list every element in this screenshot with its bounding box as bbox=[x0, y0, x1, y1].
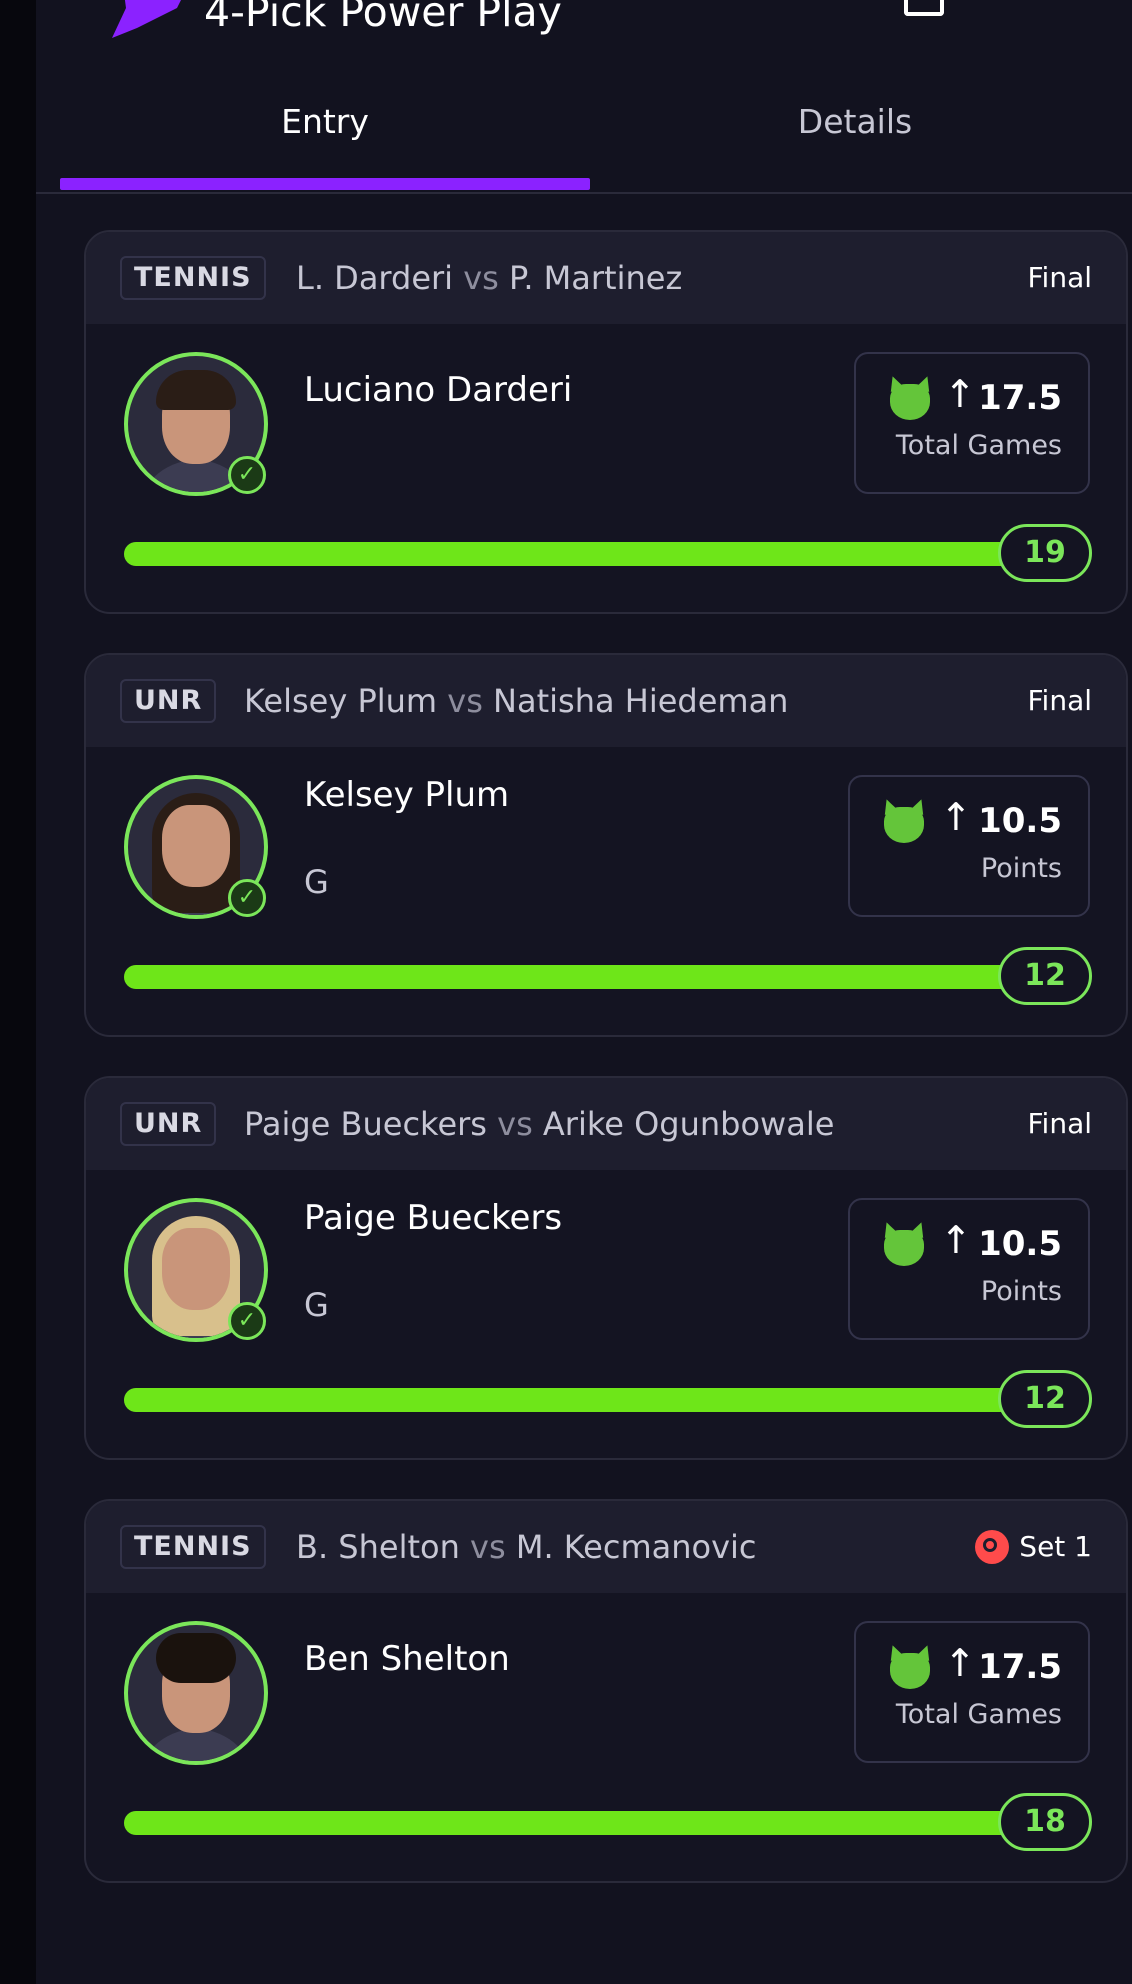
header: 4-Pick Power Play bbox=[36, 0, 1132, 60]
tab-details[interactable]: Details bbox=[590, 102, 1120, 141]
checkmark-icon: ✓ bbox=[228, 1302, 266, 1340]
card-header: TENNIS B. Shelton vs M. Kecmanovic Set 1 bbox=[86, 1501, 1126, 1593]
status-label: Final bbox=[1027, 261, 1092, 294]
player-name: Kelsey Plum bbox=[304, 775, 510, 815]
status-label: Final bbox=[1027, 684, 1092, 717]
line-value: 10.5 bbox=[978, 1224, 1062, 1264]
projection-box: ↑ 17.5 Total Games bbox=[854, 1621, 1090, 1763]
player-position: G bbox=[304, 1286, 329, 1324]
league-badge: UNR bbox=[120, 679, 217, 723]
avatar bbox=[124, 1621, 268, 1765]
player-name: Luciano Darderi bbox=[304, 370, 573, 410]
demon-icon bbox=[890, 1653, 930, 1689]
pick-card[interactable]: UNR Kelsey Plum vs Natisha Hiedeman Fina… bbox=[84, 653, 1128, 1037]
progress-bar bbox=[124, 1388, 1054, 1412]
team-2: Natisha Hiedeman bbox=[493, 682, 789, 720]
demon-icon bbox=[890, 384, 930, 420]
live-icon bbox=[975, 1530, 1010, 1564]
tab-entry[interactable]: Entry bbox=[60, 102, 590, 141]
stat-type: Total Games bbox=[895, 1699, 1062, 1730]
status-label: Set 1 bbox=[1019, 1530, 1092, 1563]
arrow-up-icon: ↑ bbox=[940, 795, 972, 839]
matchup: B. Shelton vs M. Kecmanovic bbox=[296, 1525, 757, 1569]
line-value: 17.5 bbox=[978, 1647, 1062, 1687]
stat-type: Points bbox=[980, 853, 1062, 884]
vs-label: vs bbox=[497, 1105, 533, 1143]
progress-bar bbox=[124, 965, 1054, 989]
league-badge: TENNIS bbox=[120, 1525, 266, 1569]
card-header: UNR Kelsey Plum vs Natisha Hiedeman Fina… bbox=[86, 655, 1126, 747]
team-2: Arike Ogunbowale bbox=[542, 1105, 835, 1143]
pick-card[interactable]: TENNIS L. Darderi vs P. Martinez Final ✓… bbox=[84, 230, 1128, 614]
checkmark-icon: ✓ bbox=[228, 456, 266, 494]
team-1: L. Darderi bbox=[296, 259, 454, 297]
checkmark-icon: ✓ bbox=[228, 879, 266, 917]
progress-bar bbox=[124, 542, 1054, 566]
league-badge: TENNIS bbox=[120, 256, 266, 300]
matchup: L. Darderi vs P. Martinez bbox=[296, 256, 682, 300]
vs-label: vs bbox=[447, 682, 483, 720]
share-icon[interactable] bbox=[904, 0, 944, 16]
game-status: Set 1 bbox=[975, 1525, 1092, 1569]
vs-label: vs bbox=[463, 259, 499, 297]
player-name: Paige Bueckers bbox=[304, 1198, 563, 1238]
team-2: P. Martinez bbox=[509, 259, 683, 297]
arrow-up-icon: ↑ bbox=[944, 372, 976, 416]
demon-icon bbox=[884, 807, 924, 843]
stat-type: Points bbox=[980, 1276, 1062, 1307]
progress-fill bbox=[124, 965, 1054, 989]
team-1: Kelsey Plum bbox=[244, 682, 438, 720]
pick-card[interactable]: TENNIS B. Shelton vs M. Kecmanovic Set 1… bbox=[84, 1499, 1128, 1883]
demon-icon bbox=[884, 1230, 924, 1266]
progress-bar bbox=[124, 1811, 1054, 1835]
entry-screen: 4-Pick Power Play Entry Details TENNIS L… bbox=[36, 0, 1132, 1984]
projection-box: ↑ 17.5 Total Games bbox=[854, 352, 1090, 494]
stat-type: Total Games bbox=[895, 430, 1062, 461]
matchup: Kelsey Plum vs Natisha Hiedeman bbox=[244, 679, 788, 723]
game-status: Final bbox=[1027, 679, 1092, 723]
left-edge-strip bbox=[0, 0, 36, 1984]
active-tab-indicator bbox=[60, 178, 590, 190]
player-name: Ben Shelton bbox=[304, 1639, 510, 1679]
app-logo-icon bbox=[112, 0, 181, 38]
line-value: 17.5 bbox=[978, 378, 1062, 418]
vs-label: vs bbox=[470, 1528, 506, 1566]
pick-card[interactable]: UNR Paige Bueckers vs Arike Ogunbowale F… bbox=[84, 1076, 1128, 1460]
progress-fill bbox=[124, 542, 1054, 566]
status-label: Final bbox=[1027, 1107, 1092, 1140]
line-value: 10.5 bbox=[978, 801, 1062, 841]
game-status: Final bbox=[1027, 256, 1092, 300]
progress-fill bbox=[124, 1811, 1054, 1835]
card-header: UNR Paige Bueckers vs Arike Ogunbowale F… bbox=[86, 1078, 1126, 1170]
tab-bar: Entry Details bbox=[36, 84, 1132, 194]
matchup: Paige Bueckers vs Arike Ogunbowale bbox=[244, 1102, 834, 1146]
game-status: Final bbox=[1027, 1102, 1092, 1146]
result-value: 12 bbox=[998, 947, 1092, 1005]
card-header: TENNIS L. Darderi vs P. Martinez Final bbox=[86, 232, 1126, 324]
league-badge: UNR bbox=[120, 1102, 217, 1146]
page-title: 4-Pick Power Play bbox=[204, 0, 562, 36]
result-value: 12 bbox=[998, 1370, 1092, 1428]
team-1: Paige Bueckers bbox=[244, 1105, 487, 1143]
arrow-up-icon: ↑ bbox=[940, 1218, 972, 1262]
projection-box: ↑ 10.5 Points bbox=[848, 775, 1090, 917]
team-2: M. Kecmanovic bbox=[515, 1528, 757, 1566]
player-position: G bbox=[304, 863, 329, 901]
progress-fill bbox=[124, 1388, 1054, 1412]
result-value: 18 bbox=[998, 1793, 1092, 1851]
team-1: B. Shelton bbox=[296, 1528, 460, 1566]
arrow-up-icon: ↑ bbox=[944, 1641, 976, 1685]
result-value: 19 bbox=[998, 524, 1092, 582]
projection-box: ↑ 10.5 Points bbox=[848, 1198, 1090, 1340]
